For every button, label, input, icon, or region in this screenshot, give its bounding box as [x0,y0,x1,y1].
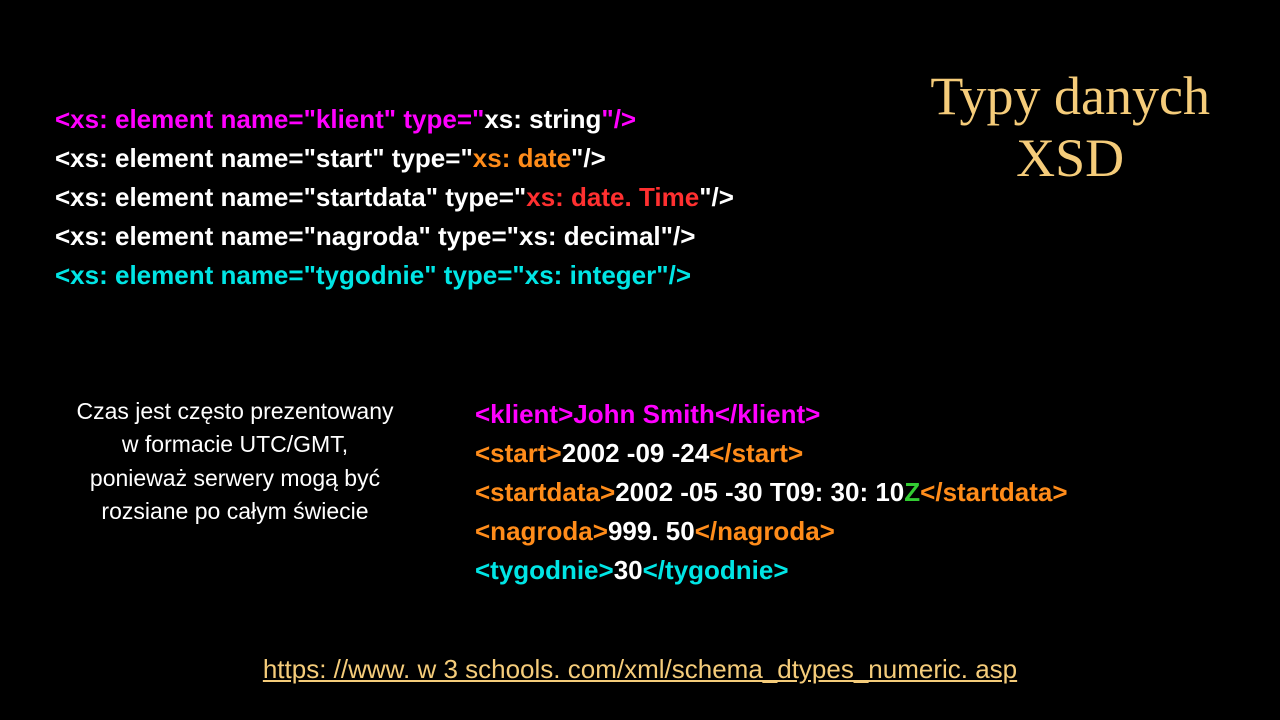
xml-example-line: <tygodnie>30</tygodnie> [475,551,1068,590]
footer-link-container: https: //www. w 3 schools. com/xml/schem… [0,654,1280,685]
title-line-2: XSD [930,127,1210,189]
xsd-element-line: <xs: element name="nagroda" type="xs: de… [55,217,734,256]
xsd-schema-block: <xs: element name="klient" type="xs: str… [55,100,734,295]
utc-note: Czas jest często prezentowany w formacie… [55,395,415,528]
note-line: w formacie UTC/GMT, [55,428,415,461]
note-line: ponieważ serwery mogą być [55,462,415,495]
note-line: Czas jest często prezentowany [55,395,415,428]
xsd-element-line: <xs: element name="tygodnie" type="xs: i… [55,256,734,295]
xsd-element-line: <xs: element name="start" type="xs: date… [55,139,734,178]
xml-example-line: <klient>John Smith</klient> [475,395,1068,434]
xsd-element-line: <xs: element name="klient" type="xs: str… [55,100,734,139]
xml-example-line: <startdata>2002 -05 -30 T09: 30: 10Z</st… [475,473,1068,512]
note-line: rozsiane po całym świecie [55,495,415,528]
slide-title: Typy danych XSD [930,65,1210,189]
title-line-1: Typy danych [930,65,1210,127]
reference-link[interactable]: https: //www. w 3 schools. com/xml/schem… [263,654,1017,684]
xml-example-line: <nagroda>999. 50</nagroda> [475,512,1068,551]
xsd-element-line: <xs: element name="startdata" type="xs: … [55,178,734,217]
xml-example-block: <klient>John Smith</klient><start>2002 -… [475,395,1068,590]
xml-example-line: <start>2002 -09 -24</start> [475,434,1068,473]
slide: Typy danych XSD <xs: element name="klien… [0,0,1280,720]
